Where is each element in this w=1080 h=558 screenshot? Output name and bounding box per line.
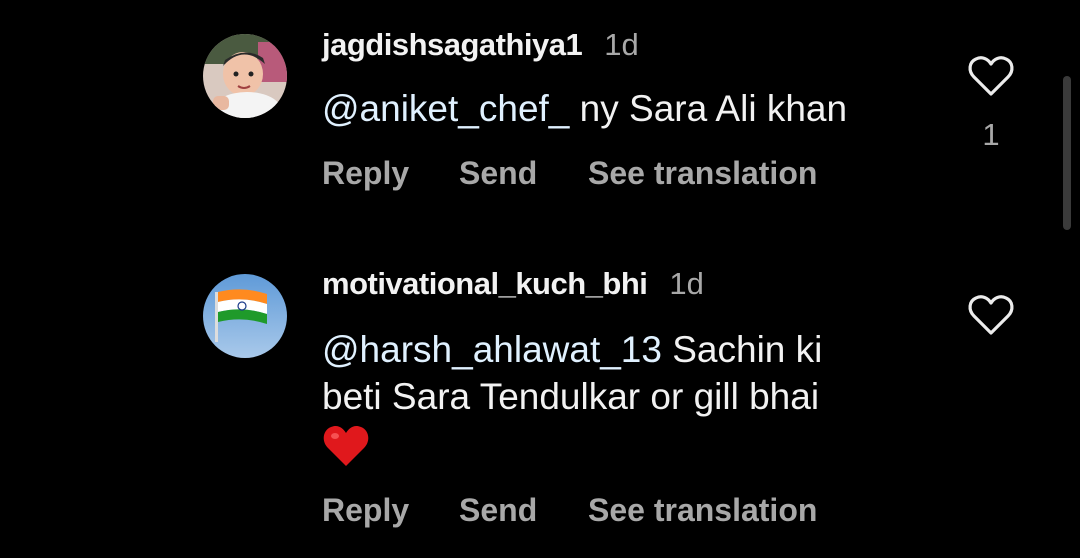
comment-time: 1d — [669, 266, 704, 301]
comment-body: ny Sara Ali khan — [569, 88, 848, 129]
mention-link[interactable]: @harsh_ahlawat_13 — [322, 329, 662, 370]
like-button[interactable] — [967, 293, 1015, 337]
comment-actions: Reply Send See translation — [322, 492, 817, 529]
heart-outline-icon — [968, 56, 1014, 96]
send-button[interactable]: Send — [459, 492, 588, 529]
heart-outline-icon — [968, 295, 1014, 335]
scrollbar[interactable] — [1063, 76, 1071, 230]
emoji-line — [322, 420, 922, 472]
indian-flag-avatar-icon — [203, 274, 287, 358]
username[interactable]: jagdishsagathiya1 — [322, 27, 583, 63]
comment-time: 1d — [604, 27, 639, 62]
username[interactable]: motivational_kuch_bhi — [322, 266, 648, 302]
reply-button[interactable]: Reply — [322, 155, 459, 192]
like-count: 1 — [982, 117, 1000, 152]
comment-line: beti Sara Tendulkar or gill bhai — [322, 376, 820, 417]
send-button[interactable]: Send — [459, 155, 588, 192]
comment-body: Sachin ki — [661, 329, 823, 370]
baby-photo-avatar-icon — [203, 34, 287, 118]
see-translation-button[interactable]: See translation — [588, 492, 817, 529]
mention-link[interactable]: @aniket_chef_ — [322, 88, 569, 129]
user-avatar[interactable] — [203, 34, 287, 118]
comment-text: @aniket_chef_ ny Sara Ali khan — [322, 85, 922, 132]
reply-button[interactable]: Reply — [322, 492, 459, 529]
comment-actions: Reply Send See translation — [322, 155, 817, 192]
user-avatar[interactable] — [203, 274, 287, 358]
comment-line: @harsh_ahlawat_13 Sachin ki — [322, 326, 922, 373]
see-translation-button[interactable]: See translation — [588, 155, 817, 192]
comment-header: jagdishsagathiya1 1d — [322, 27, 639, 63]
comment-text: @harsh_ahlawat_13 Sachin ki beti Sara Te… — [322, 326, 922, 472]
comment-header: motivational_kuch_bhi 1d — [322, 266, 704, 302]
red-heart-emoji-icon — [323, 426, 369, 467]
like-button[interactable] — [967, 54, 1015, 98]
